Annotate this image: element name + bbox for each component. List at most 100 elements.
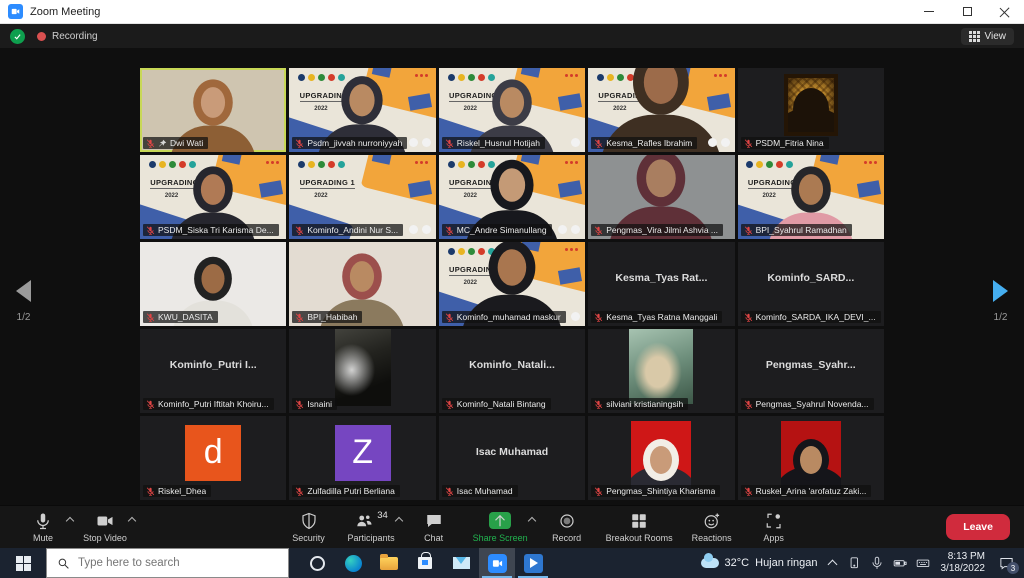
participant-tile[interactable]: UPGRADING 12022Psdm_jivvah nurroniyyah: [289, 68, 435, 152]
participant-name-label: Pengmas_Vira Jilmi Ashvia ...: [591, 224, 723, 236]
zoom-app-icon: [8, 4, 23, 19]
video-options-chevron-icon[interactable]: [128, 517, 136, 525]
person-silhouette: [788, 86, 834, 132]
phone-tray-icon[interactable]: [847, 556, 861, 570]
banner-logos: [298, 161, 345, 168]
start-button[interactable]: [0, 548, 46, 578]
participant-tile[interactable]: Isac MuhamadIsac Muhamad: [439, 416, 585, 500]
participants-button[interactable]: 34 Participants: [340, 506, 403, 548]
maximize-icon: [963, 7, 972, 16]
meeting-info-shield-icon[interactable]: [10, 29, 25, 44]
muted-mic-icon: [445, 139, 454, 148]
cortana-button[interactable]: [299, 548, 335, 578]
participant-tile[interactable]: UPGRADING 12022Kominfo_Andini Nur S...: [289, 155, 435, 239]
participant-name-label: Kominfo_Natali Bintang: [442, 398, 551, 410]
store-button[interactable]: [407, 548, 443, 578]
participant-tile[interactable]: UPGRADING 12022Riskel_Husnul Hotijah: [439, 68, 585, 152]
notification-center-button[interactable]: 3: [996, 554, 1016, 572]
movies-app-button[interactable]: [515, 548, 551, 578]
reaction-dots: [409, 138, 431, 147]
mail-button[interactable]: [443, 548, 479, 578]
file-explorer-button[interactable]: [371, 548, 407, 578]
participant-tile[interactable]: Ruskel_Arina 'arofatuz Zaki...: [738, 416, 884, 500]
stop-video-button[interactable]: Stop Video: [74, 506, 136, 548]
security-button[interactable]: Security: [278, 506, 340, 548]
muted-mic-icon: [744, 400, 753, 409]
share-options-chevron-icon[interactable]: [527, 517, 535, 525]
participant-tile[interactable]: PSDM_Fitria Nina: [738, 68, 884, 152]
portrait-photo: [631, 421, 691, 491]
close-button[interactable]: [986, 0, 1024, 23]
participant-tile[interactable]: Kominfo_SARD...Kominfo_SARDA_IKA_DEVI_..…: [738, 242, 884, 326]
participant-tile[interactable]: silviani kristianingsih: [588, 329, 734, 413]
search-input[interactable]: [78, 557, 258, 569]
participants-icon: [354, 512, 374, 530]
participant-tile[interactable]: BPI_Habibah: [289, 242, 435, 326]
participant-tile[interactable]: ZZulfadilla Putri Berliana: [289, 416, 435, 500]
participant-tile[interactable]: UPGRADING 12022Kominfo_muhamad maskur: [439, 242, 585, 326]
maximize-button[interactable]: [948, 0, 986, 23]
keyboard-tray-icon[interactable]: [916, 556, 930, 570]
view-button[interactable]: View: [961, 28, 1015, 45]
participant-display-name: Kominfo_SARD...: [742, 272, 880, 284]
taskbar-search[interactable]: [46, 548, 289, 578]
chat-button[interactable]: Chat: [403, 506, 465, 548]
participant-tile[interactable]: Isnaini: [289, 329, 435, 413]
next-page-arrow[interactable]: [993, 280, 1008, 302]
person-silhouette: [781, 437, 841, 491]
participant-tile[interactable]: Kesma_Tyas Rat...Kesma_Tyas Ratna Mangga…: [588, 242, 734, 326]
participant-tile[interactable]: UPGRADING 12022MC_Andre Simanullang: [439, 155, 585, 239]
reaction-dots: [409, 225, 431, 234]
participant-name: Ruskel_Arina 'arofatuz Zaki...: [756, 486, 867, 496]
page-indicator: 1/2: [17, 312, 31, 323]
share-screen-button[interactable]: Share Screen: [465, 506, 536, 548]
muted-mic-icon: [295, 400, 304, 409]
participant-tile[interactable]: Pengmas_Vira Jilmi Ashvia ...: [588, 155, 734, 239]
share-screen-icon: [489, 512, 511, 529]
participant-tile[interactable]: Pengmas_Shintiya Kharisma: [588, 416, 734, 500]
participant-tile[interactable]: Dwi Wati: [140, 68, 286, 152]
leave-button[interactable]: Leave: [946, 514, 1010, 540]
previous-page-arrow[interactable]: [16, 280, 31, 302]
banner-title: UPGRADING 1: [300, 178, 355, 189]
muted-mic-icon: [146, 487, 155, 496]
participant-name: Kominfo_Putri Iftitah Khoiru...: [158, 399, 269, 409]
weather-widget[interactable]: 32°C Hujan ringan: [701, 557, 818, 569]
mute-button[interactable]: Mute: [12, 506, 74, 548]
participant-tile[interactable]: Kominfo_Putri I...Kominfo_Putri Iftitah …: [140, 329, 286, 413]
record-button[interactable]: Record: [536, 506, 598, 548]
taskbar-clock[interactable]: 8:13 PM 3/18/2022: [941, 551, 986, 576]
muted-mic-icon: [146, 400, 155, 409]
minimize-icon: [924, 11, 934, 12]
microphone-tray-icon[interactable]: [870, 556, 884, 570]
muted-mic-icon: [744, 487, 753, 496]
participant-name-label: Kominfo_muhamad maskur: [442, 311, 566, 323]
page-indicator: 1/2: [994, 312, 1008, 323]
tray-expand-chevron-icon[interactable]: [827, 560, 837, 570]
avatar: d: [185, 425, 241, 481]
apps-button[interactable]: Apps: [743, 506, 805, 548]
participant-tile[interactable]: UPGRADING 12022Kesma_Rafles Ibrahim: [588, 68, 734, 152]
reactions-button[interactable]: Reactions: [681, 506, 743, 548]
participant-tile[interactable]: KWU_DASITA: [140, 242, 286, 326]
battery-tray-icon[interactable]: [893, 556, 907, 570]
pin-icon: [158, 139, 167, 148]
meeting-toolbar: Mute Stop Video Security 3: [0, 505, 1024, 548]
participant-tile[interactable]: Pengmas_Syahr...Pengmas_Syahrul Novenda.…: [738, 329, 884, 413]
reaction-dots: [571, 312, 580, 321]
microphone-icon: [34, 512, 52, 530]
breakout-rooms-button[interactable]: Breakout Rooms: [598, 506, 681, 548]
muted-mic-icon: [594, 226, 603, 235]
participant-tile[interactable]: dRiskel_Dhea: [140, 416, 286, 500]
participant-display-name: Pengmas_Syahr...: [742, 359, 880, 371]
mute-options-chevron-icon[interactable]: [66, 517, 74, 525]
zoom-taskbar-button[interactable]: [479, 548, 515, 578]
participants-chevron-icon[interactable]: [394, 517, 402, 525]
participant-tile[interactable]: UPGRADING 12022PSDM_Siska Tri Karisma De…: [140, 155, 286, 239]
participant-name: Psdm_jivvah nurroniyyah: [307, 138, 402, 148]
muted-mic-icon: [744, 139, 753, 148]
minimize-button[interactable]: [910, 0, 948, 23]
participant-tile[interactable]: UPGRADING 12022BPI_Syahrul Ramadhan: [738, 155, 884, 239]
edge-button[interactable]: [335, 548, 371, 578]
participant-tile[interactable]: Kominfo_Natali...Kominfo_Natali Bintang: [439, 329, 585, 413]
